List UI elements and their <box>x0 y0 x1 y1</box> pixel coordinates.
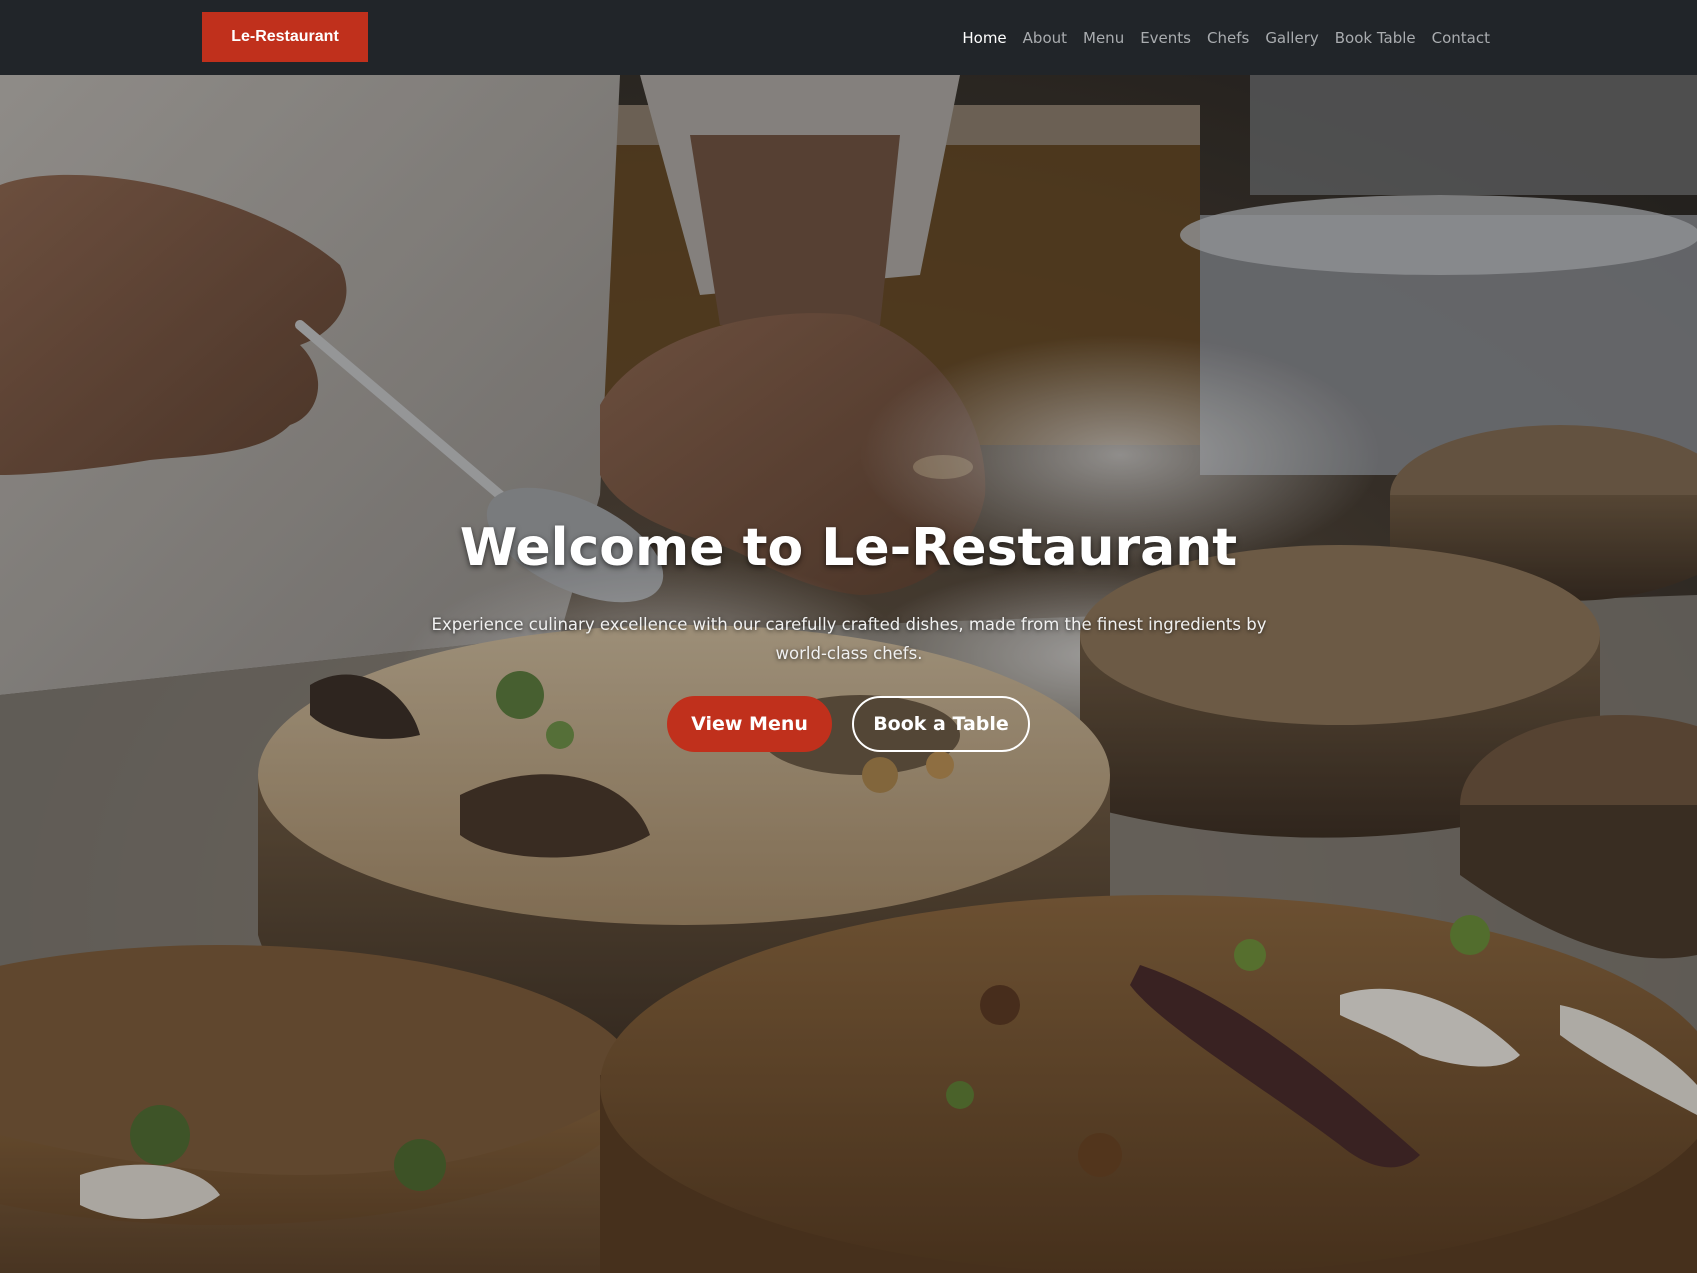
brand-logo-button[interactable]: Le-Restaurant <box>202 12 368 62</box>
nav-item-about[interactable]: About <box>1023 29 1067 47</box>
navbar: Le-Restaurant Home About Menu Events Che… <box>0 0 1697 75</box>
view-menu-button[interactable]: View Menu <box>667 696 832 752</box>
nav-item-menu[interactable]: Menu <box>1083 29 1124 47</box>
hero-title: Welcome to Le-Restaurant <box>459 518 1238 578</box>
nav-item-gallery[interactable]: Gallery <box>1265 29 1318 47</box>
hero-subtitle: Experience culinary excellence with our … <box>431 615 1267 663</box>
nav-item-events[interactable]: Events <box>1140 29 1191 47</box>
nav-item-chefs[interactable]: Chefs <box>1207 29 1249 47</box>
nav-item-home[interactable]: Home <box>962 29 1006 47</box>
nav-item-book-table[interactable]: Book Table <box>1335 29 1416 47</box>
book-table-button[interactable]: Book a Table <box>852 696 1030 752</box>
hero-content: Welcome to Le-Restaurant Experience culi… <box>0 75 1697 1273</box>
hero-section: Welcome to Le-Restaurant Experience culi… <box>0 75 1697 1273</box>
nav-links: Home About Menu Events Chefs Gallery Boo… <box>962 0 1490 75</box>
nav-item-contact[interactable]: Contact <box>1432 29 1490 47</box>
